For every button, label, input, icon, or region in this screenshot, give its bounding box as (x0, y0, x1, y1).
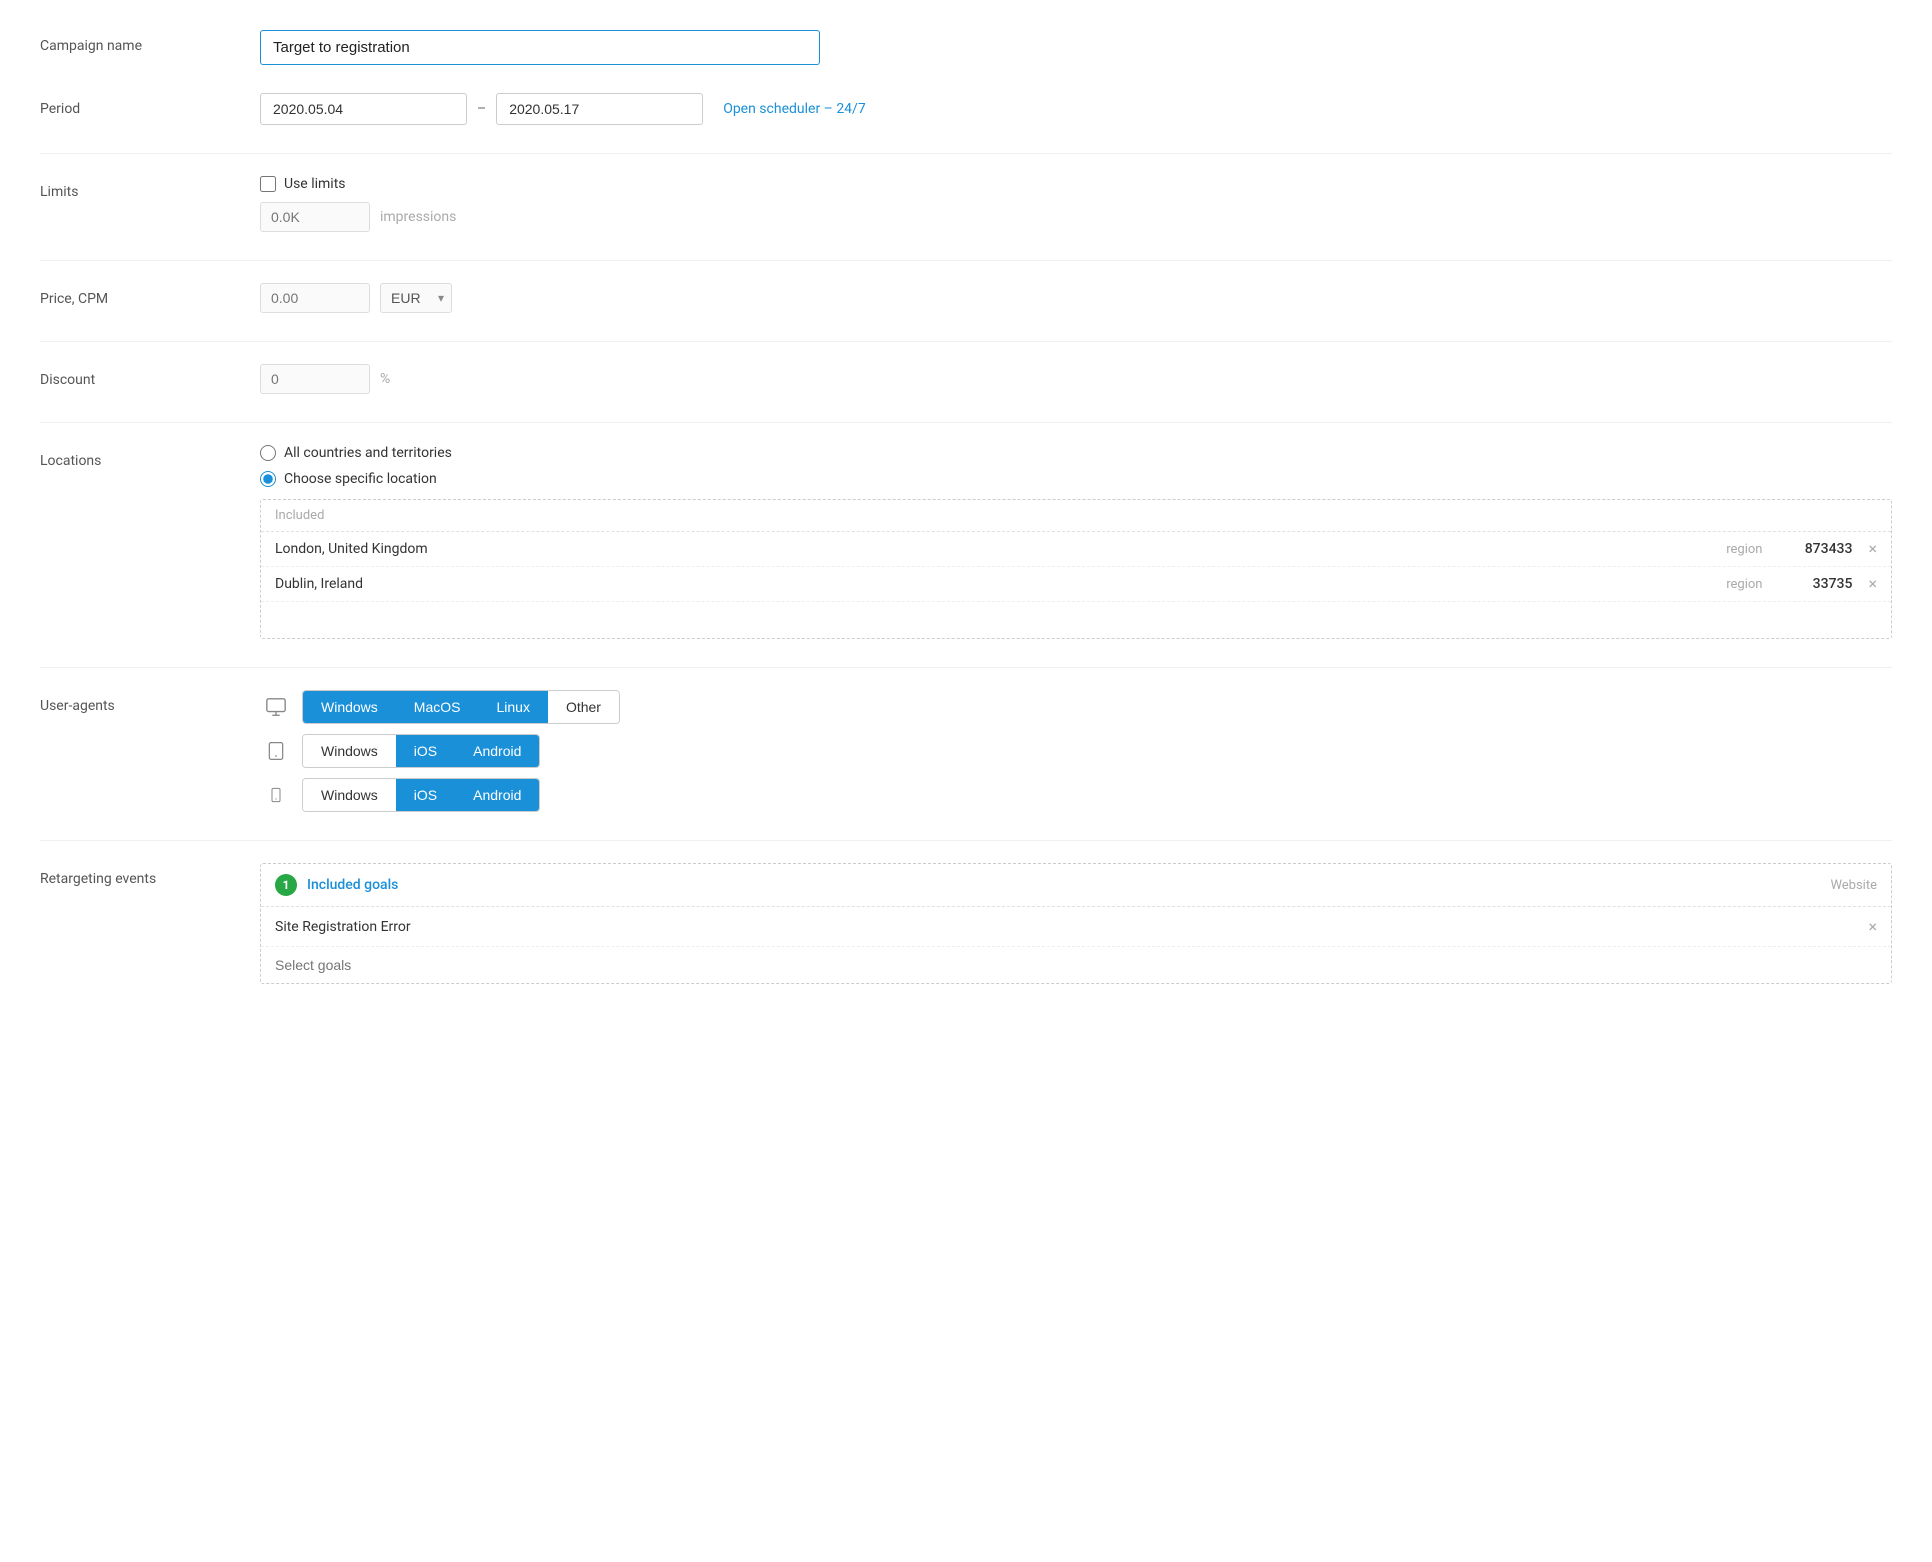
tablet-icon (260, 740, 292, 762)
location-count-2: 33735 (1782, 576, 1852, 592)
select-goals-input[interactable] (261, 947, 1891, 983)
location-radio1-label: All countries and territories (284, 445, 452, 461)
retargeting-item-name: Site Registration Error (275, 919, 1868, 935)
location-type-2: region (1702, 577, 1762, 592)
retargeting-website-label: Website (1830, 878, 1877, 893)
price-row: Price, CPM EUR USD GBP (40, 283, 1892, 313)
ua-tablet-android-btn[interactable]: Android (455, 735, 539, 767)
retargeting-row: Retargeting events 1 Included goals Webs… (40, 863, 1892, 984)
period-row: Period – Open scheduler – 24/7 (40, 93, 1892, 125)
price-content: EUR USD GBP (260, 283, 1892, 313)
price-input[interactable] (260, 283, 370, 313)
ua-tablet-buttons: Windows iOS Android (302, 734, 540, 768)
limits-number-input[interactable] (260, 202, 370, 232)
period-start-input[interactable] (260, 93, 467, 125)
locations-label: Locations (40, 445, 260, 469)
period-dash: – (477, 101, 486, 117)
location-radio-specific[interactable] (260, 471, 276, 487)
location-type-1: region (1702, 542, 1762, 557)
ua-desktop-buttons: Windows MacOS Linux Other (302, 690, 620, 724)
discount-input[interactable] (260, 364, 370, 394)
ua-desktop-row: Windows MacOS Linux Other (260, 690, 1892, 724)
discount-label: Discount (40, 364, 260, 388)
ua-mobile-windows-btn[interactable]: Windows (303, 779, 396, 811)
location-box: Included London, United Kingdom region 8… (260, 499, 1892, 639)
period-end-input[interactable] (496, 93, 703, 125)
location-radio1-row: All countries and territories (260, 445, 1892, 461)
discount-content: % (260, 364, 1892, 394)
user-agents-content: Windows MacOS Linux Other Windows iOS (260, 690, 1892, 812)
price-label: Price, CPM (40, 283, 260, 307)
ua-mobile-row: Windows iOS Android (260, 778, 1892, 812)
retargeting-content: 1 Included goals Website Site Registrati… (260, 863, 1892, 984)
user-agents-label: User-agents (40, 690, 260, 714)
retargeting-remove-btn[interactable]: × (1868, 917, 1877, 936)
location-radio2-row: Choose specific location (260, 471, 1892, 487)
ua-desktop-linux-btn[interactable]: Linux (478, 691, 547, 723)
desktop-icon (260, 696, 292, 718)
ua-mobile-ios-btn[interactable]: iOS (396, 779, 455, 811)
location-radio2-label: Choose specific location (284, 471, 437, 487)
period-content: – Open scheduler – 24/7 (260, 93, 1892, 125)
location-remove-2[interactable]: × (1868, 576, 1877, 592)
ua-desktop-other-btn[interactable]: Other (548, 691, 619, 723)
mobile-icon (260, 784, 292, 806)
locations-content: All countries and territories Choose spe… (260, 445, 1892, 639)
location-name-1: London, United Kingdom (275, 541, 1702, 557)
locations-row: Locations All countries and territories … (40, 445, 1892, 639)
location-remove-1[interactable]: × (1868, 541, 1877, 557)
campaign-name-row: Campaign name (40, 30, 1892, 65)
limits-label: Limits (40, 176, 260, 200)
use-limits-checkbox[interactable] (260, 176, 276, 192)
ua-desktop-macos-btn[interactable]: MacOS (396, 691, 479, 723)
location-radio-group: All countries and territories Choose spe… (260, 445, 1892, 487)
use-limits-label: Use limits (284, 176, 346, 192)
location-radio-all[interactable] (260, 445, 276, 461)
retargeting-header: 1 Included goals Website (261, 864, 1891, 907)
retargeting-item-row: Site Registration Error × (261, 907, 1891, 947)
currency-wrap: EUR USD GBP (380, 283, 452, 313)
ua-mobile-buttons: Windows iOS Android (302, 778, 540, 812)
limits-row: Limits Use limits impressions (40, 176, 1892, 232)
ua-mobile-android-btn[interactable]: Android (455, 779, 539, 811)
ua-tablet-ios-btn[interactable]: iOS (396, 735, 455, 767)
location-row: London, United Kingdom region 873433 × (261, 532, 1891, 567)
ua-tablet-row: Windows iOS Android (260, 734, 1892, 768)
user-agents-section: Windows MacOS Linux Other Windows iOS (260, 690, 1892, 812)
campaign-name-input[interactable] (260, 30, 820, 65)
retargeting-label: Retargeting events (40, 863, 260, 887)
location-name-2: Dublin, Ireland (275, 576, 1702, 592)
location-count-1: 873433 (1782, 541, 1852, 557)
discount-unit: % (380, 371, 390, 387)
ua-desktop-windows-btn[interactable]: Windows (303, 691, 396, 723)
retargeting-box: 1 Included goals Website Site Registrati… (260, 863, 1892, 984)
retargeting-badge: 1 (275, 874, 297, 896)
limits-content: Use limits impressions (260, 176, 1892, 232)
open-scheduler-link[interactable]: Open scheduler – 24/7 (723, 101, 866, 117)
campaign-name-label: Campaign name (40, 30, 260, 54)
discount-row: Discount % (40, 364, 1892, 394)
period-label: Period (40, 93, 260, 117)
location-search-input[interactable] (261, 602, 1891, 638)
ua-tablet-windows-btn[interactable]: Windows (303, 735, 396, 767)
campaign-name-content (260, 30, 1892, 65)
currency-select[interactable]: EUR USD GBP (380, 283, 452, 313)
location-row: Dublin, Ireland region 33735 × (261, 567, 1891, 602)
location-included-header: Included (261, 500, 1891, 532)
limits-unit: impressions (380, 209, 456, 225)
retargeting-included-label: Included goals (307, 877, 398, 893)
user-agents-row: User-agents Windows MacOS Linux Other (40, 690, 1892, 812)
